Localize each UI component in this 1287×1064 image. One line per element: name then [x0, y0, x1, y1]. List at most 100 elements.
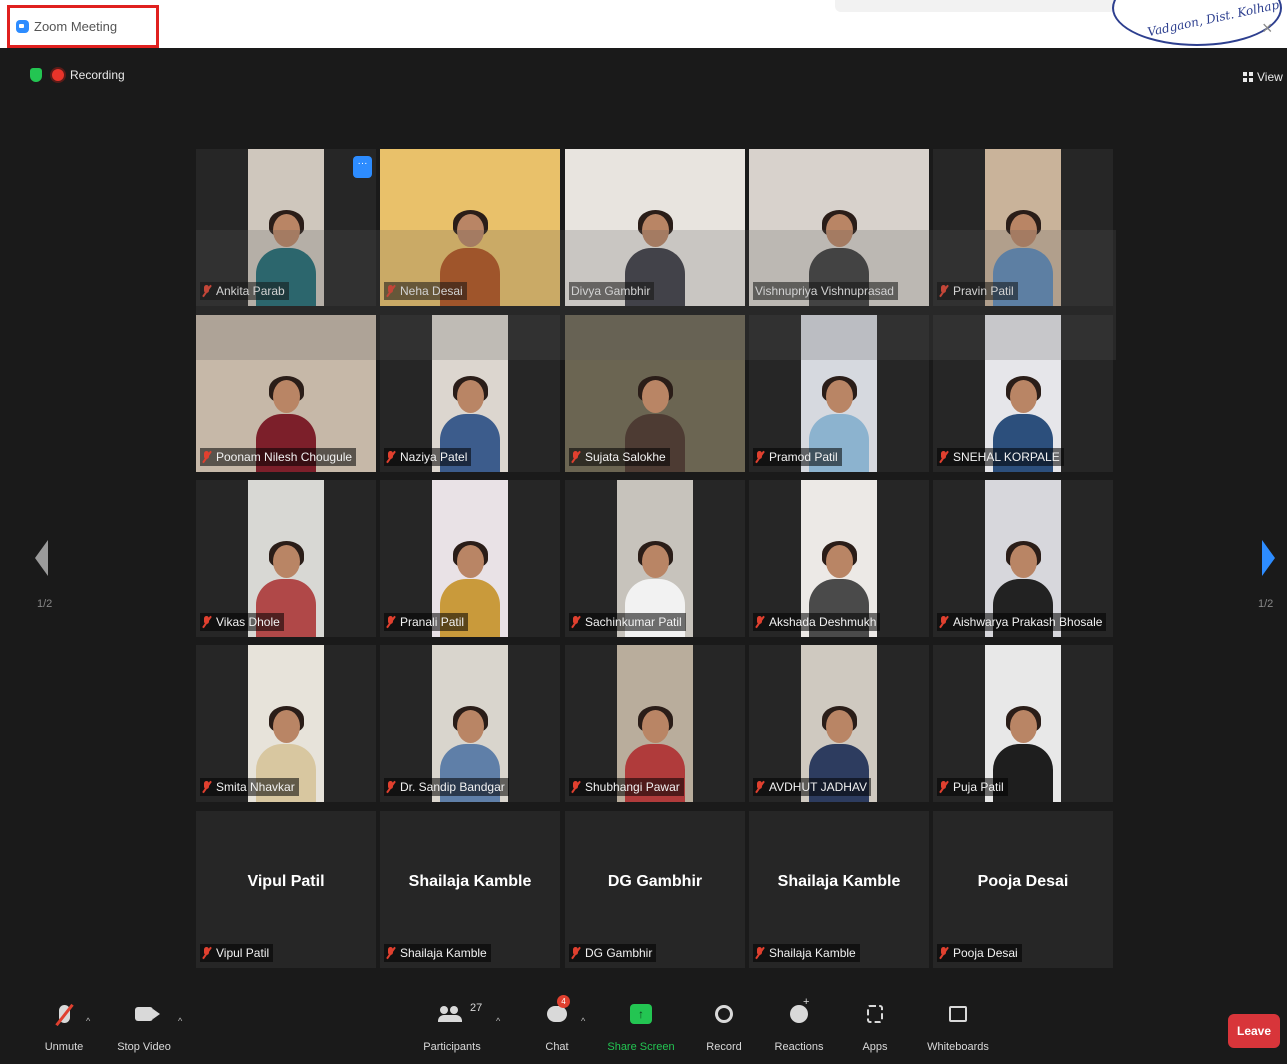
more-options-button[interactable]: ···	[353, 156, 372, 178]
participant-tile[interactable]: Vipul Patil Vipul Patil	[196, 811, 376, 968]
participant-name-label: Shubhangi Pawar	[569, 778, 684, 796]
whiteboards-button[interactable]: Whiteboards	[918, 1001, 998, 1053]
participant-name-label: Poonam Nilesh Chougule	[200, 448, 357, 466]
stop-video-label: Stop Video	[117, 1041, 171, 1053]
record-icon	[715, 1005, 733, 1023]
participant-tile[interactable]: Shailaja Kamble Shailaja Kamble	[749, 811, 929, 968]
unmute-label: Unmute	[44, 1041, 84, 1053]
muted-mic-icon	[386, 781, 395, 793]
audio-options-caret[interactable]: ^	[86, 1016, 90, 1026]
participant-tile[interactable]: Shailaja Kamble Shailaja Kamble	[380, 811, 560, 968]
participant-name: Dr. Sandip Bandgar	[400, 780, 505, 794]
participant-name: Naziya Patel	[400, 450, 468, 464]
video-options-caret[interactable]: ^	[178, 1016, 182, 1026]
participants-icon	[438, 1006, 464, 1022]
chat-label: Chat	[545, 1041, 569, 1053]
record-button[interactable]: Record	[684, 1001, 764, 1053]
participant-tile[interactable]: Aishwarya Prakash Bhosale	[933, 480, 1113, 637]
participant-tile[interactable]: DG Gambhir DG Gambhir	[565, 811, 745, 968]
close-icon[interactable]: ×	[1262, 18, 1273, 39]
video-camera-icon	[135, 1007, 160, 1021]
participant-name: Aishwarya Prakash Bhosale	[953, 615, 1103, 629]
participant-name: AVDHUT JADHAV	[769, 780, 868, 794]
chat-icon	[547, 1006, 567, 1022]
recording-icon	[52, 69, 64, 81]
muted-mic-icon	[939, 616, 948, 628]
apps-button[interactable]: Apps	[835, 1001, 915, 1053]
participant-name: Pooja Desai	[953, 946, 1018, 960]
unmute-button[interactable]: Unmute	[24, 1001, 104, 1053]
participant-name: Shubhangi Pawar	[585, 780, 680, 794]
stop-video-button[interactable]: Stop Video	[104, 1001, 184, 1053]
muted-mic-icon	[202, 451, 211, 463]
participant-tile[interactable]: Dr. Sandip Bandgar	[380, 645, 560, 802]
participant-name-label: Naziya Patel	[384, 448, 472, 466]
participant-name: Vipul Patil	[216, 946, 270, 960]
muted-mic-icon	[755, 616, 764, 628]
participant-name: Pranali Patil	[400, 615, 465, 629]
security-shield-icon[interactable]	[30, 68, 42, 82]
participant-tile[interactable]: Pranali Patil	[380, 480, 560, 637]
chat-button[interactable]: 4 Chat	[517, 995, 597, 1053]
muted-mic-icon	[386, 947, 395, 959]
microphone-muted-icon	[58, 1005, 70, 1023]
muted-mic-icon	[571, 616, 580, 628]
share-screen-arrow-icon: ↑	[630, 1004, 652, 1024]
record-label: Record	[706, 1041, 742, 1053]
participant-name-label: Pooja Desai	[937, 944, 1022, 962]
share-screen-button[interactable]: ↑ Share Screen	[601, 1001, 681, 1053]
page-indicator-right: 1/2	[1258, 598, 1274, 610]
participant-name-label: Pranali Patil	[384, 613, 469, 631]
participant-name: Puja Patil	[953, 780, 1004, 794]
meeting-toolbar: Unmute ^ Stop Video ^ 27 Participants ^ …	[0, 986, 1287, 1064]
participant-name-label: Pramod Patil	[753, 448, 842, 466]
muted-mic-icon	[386, 451, 395, 463]
participant-name-label: Vikas Dhole	[200, 613, 284, 631]
participant-tile[interactable]: AVDHUT JADHAV	[749, 645, 929, 802]
apps-icon	[867, 1005, 883, 1023]
participant-tile[interactable]: Shubhangi Pawar	[565, 645, 745, 802]
participant-display-name: Shailaja Kamble	[408, 873, 532, 890]
meeting-status-bar: Recording	[30, 68, 125, 82]
participant-name: Sujata Salokhe	[585, 450, 666, 464]
participant-name-label: Shailaja Kamble	[753, 944, 860, 962]
participant-tile[interactable]: Sachinkumar Patil	[565, 480, 745, 637]
reactions-smiley-icon	[790, 996, 809, 1023]
window-title-highlight: Zoom Meeting	[7, 5, 159, 48]
muted-mic-icon	[755, 451, 764, 463]
view-button[interactable]: View	[1243, 70, 1283, 84]
participant-tile[interactable]: Puja Patil	[933, 645, 1113, 802]
participant-name: Poonam Nilesh Chougule	[216, 450, 353, 464]
participant-tile[interactable]: Pooja Desai Pooja Desai	[933, 811, 1113, 968]
participant-name-label: Vipul Patil	[200, 944, 274, 962]
participant-name: Smita Nhavkar	[216, 780, 295, 794]
leave-button[interactable]: Leave	[1228, 1014, 1280, 1048]
chat-unread-badge: 4	[557, 995, 570, 1008]
next-page-arrow[interactable]	[1262, 540, 1275, 576]
participant-name: Akshada Deshmukh	[769, 615, 877, 629]
participants-button[interactable]: 27 Participants	[412, 1001, 492, 1053]
muted-mic-icon	[202, 781, 211, 793]
participant-name: Sachinkumar Patil	[585, 615, 682, 629]
participant-display-name: Shailaja Kamble	[777, 873, 901, 890]
participant-name-label: Smita Nhavkar	[200, 778, 299, 796]
participant-tile[interactable]: Smita Nhavkar	[196, 645, 376, 802]
previous-page-arrow[interactable]	[35, 540, 48, 576]
participant-name: Pramod Patil	[769, 450, 838, 464]
title-bar: Zoom Meeting Vadgaon, Dist. Kolhapur ×	[0, 0, 1287, 48]
participant-tile[interactable]: Vikas Dhole	[196, 480, 376, 637]
screen-overlay-strip	[196, 230, 1116, 360]
participant-name-label: Puja Patil	[937, 778, 1008, 796]
participant-name-label: Shailaja Kamble	[384, 944, 491, 962]
reactions-button[interactable]: Reactions	[759, 996, 839, 1053]
participant-name-label: Sachinkumar Patil	[569, 613, 686, 631]
participant-name: DG Gambhir	[585, 946, 653, 960]
participants-options-caret[interactable]: ^	[496, 1016, 500, 1026]
chat-options-caret[interactable]: ^	[581, 1016, 585, 1026]
participant-name-label: Sujata Salokhe	[569, 448, 670, 466]
participants-label: Participants	[423, 1041, 481, 1053]
muted-mic-icon	[202, 616, 211, 628]
participant-name-label: Aishwarya Prakash Bhosale	[937, 613, 1107, 631]
muted-mic-icon	[939, 781, 948, 793]
participant-tile[interactable]: Akshada Deshmukh	[749, 480, 929, 637]
